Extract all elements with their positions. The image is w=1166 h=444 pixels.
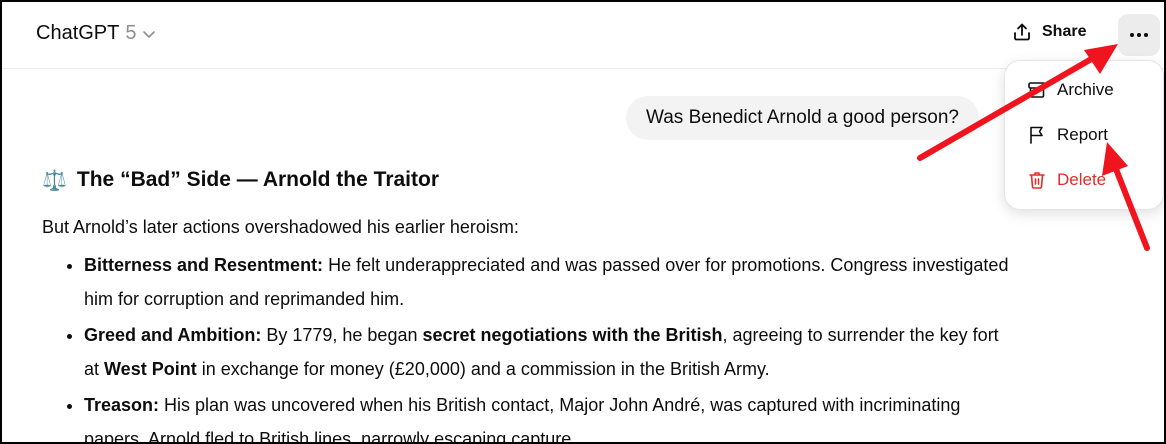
share-button[interactable]: Share bbox=[1012, 22, 1086, 42]
list-item: Greed and Ambition: By 1779, he began se… bbox=[84, 318, 1012, 386]
menu-item-delete[interactable]: Delete bbox=[1027, 170, 1106, 190]
options-menu: Archive Report Delete bbox=[1004, 60, 1164, 210]
response-heading: ⚖️ The “Bad” Side — Arnold the Traitor bbox=[42, 162, 1012, 198]
user-message: Was Benedict Arnold a good person? bbox=[626, 96, 979, 140]
list-item: Treason: His plan was uncovered when his… bbox=[84, 388, 1012, 444]
more-horizontal-icon bbox=[1130, 33, 1148, 37]
bullet-emphasis: West Point bbox=[104, 359, 197, 379]
menu-item-archive[interactable]: Archive bbox=[1027, 80, 1114, 100]
assistant-response: ⚖️ The “Bad” Side — Arnold the Traitor B… bbox=[42, 162, 1012, 444]
share-icon bbox=[1014, 23, 1030, 41]
bullet-label: Treason: bbox=[84, 395, 160, 415]
archive-icon bbox=[1028, 82, 1046, 98]
top-bar: ChatGPT 5 Share bbox=[2, 2, 1164, 69]
chevron-down-icon bbox=[143, 30, 156, 38]
menu-item-label: Report bbox=[1057, 125, 1109, 144]
model-name: ChatGPT bbox=[36, 22, 120, 44]
bullet-emphasis: secret negotiations with the British bbox=[422, 325, 723, 345]
bullet-text: in exchange for money (£20,000) and a co… bbox=[196, 359, 770, 379]
bullet-label: Bitterness and Resentment: bbox=[84, 255, 324, 275]
list-item: Bitterness and Resentment: He felt under… bbox=[84, 248, 1012, 316]
chat-window: ChatGPT 5 Share Was Benedict Arnold a go… bbox=[0, 0, 1166, 444]
bullet-label: Greed and Ambition: bbox=[84, 325, 262, 345]
menu-item-label: Archive bbox=[1057, 80, 1114, 99]
menu-item-label: Delete bbox=[1057, 170, 1107, 189]
more-options-button[interactable] bbox=[1118, 14, 1160, 56]
bullet-text: By 1779, he began bbox=[261, 325, 423, 345]
model-selector[interactable]: ChatGPT 5 bbox=[36, 22, 156, 45]
balance-scale-icon: ⚖️ bbox=[42, 169, 67, 192]
flag-icon bbox=[1030, 126, 1043, 144]
bullet-text: His plan was uncovered when his British … bbox=[84, 395, 961, 444]
user-message-text: Was Benedict Arnold a good person? bbox=[646, 107, 959, 128]
trash-icon bbox=[1029, 172, 1045, 189]
response-bullet-list: Bitterness and Resentment: He felt under… bbox=[42, 248, 1012, 444]
response-intro: But Arnold’s later actions overshadowed … bbox=[42, 217, 519, 237]
share-label: Share bbox=[1042, 23, 1087, 40]
menu-item-report[interactable]: Report bbox=[1027, 125, 1108, 145]
response-heading-text: The “Bad” Side — Arnold the Traitor bbox=[76, 168, 439, 191]
model-version: 5 bbox=[125, 22, 137, 44]
